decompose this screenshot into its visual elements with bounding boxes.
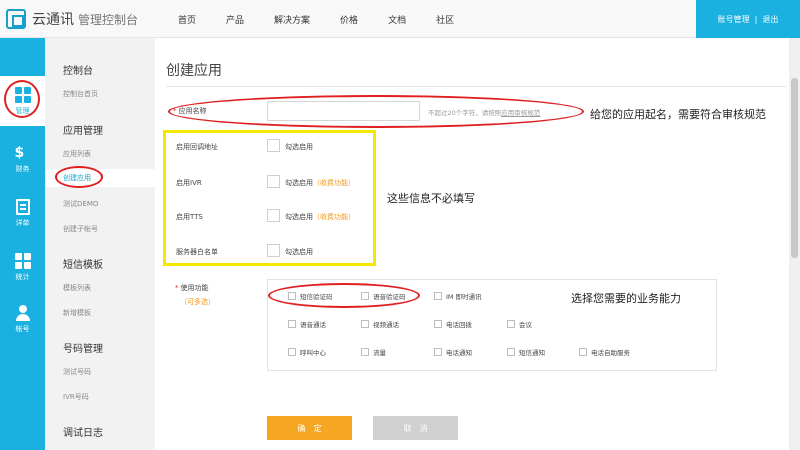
function-label: 电话回拨: [446, 321, 472, 329]
function-checkbox[interactable]: [579, 348, 587, 356]
logout-link[interactable]: 退出: [762, 14, 778, 25]
sub-item-template-list[interactable]: 模板列表: [63, 283, 91, 293]
annotation-optional-note: 这些信息不必填写: [387, 192, 475, 205]
annotation-circle-rail: [4, 80, 40, 118]
function-label: 短信通知: [519, 349, 545, 357]
sub-heading-sms-template: 短信模板: [63, 260, 103, 271]
sub-item-test-number[interactable]: 测试号码: [63, 367, 91, 377]
scrollbar[interactable]: [789, 38, 800, 450]
logo-name: 云通讯: [32, 12, 74, 28]
rail-label: 详单: [15, 218, 30, 227]
sub-item-create-subaccount[interactable]: 创建子帐号: [63, 224, 98, 234]
functions-label-text: 使用功能: [180, 284, 209, 292]
scrollbar-thumb[interactable]: [791, 78, 798, 258]
function-label: 会议: [519, 321, 532, 329]
nav-docs[interactable]: 文档: [388, 13, 406, 26]
rail-item-finance[interactable]: $ 财务: [0, 134, 45, 184]
grid-icon: [14, 252, 31, 269]
sub-item-add-template[interactable]: 新增模板: [63, 308, 91, 318]
annotation-func-note: 选择您需要的业务能力: [571, 292, 681, 305]
sub-sidebar: 控制台 控制台首页 应用管理 应用列表 创建应用 测试DEMO 创建子帐号 短信…: [45, 38, 155, 450]
account-separator: |: [754, 14, 758, 24]
function-label: 电话通知: [446, 349, 472, 357]
function-checkbox[interactable]: [361, 348, 369, 356]
page-title: 创建应用: [166, 63, 222, 79]
annotation-circle-subnav: [55, 166, 103, 188]
annotation-box-optional: [163, 130, 376, 266]
function-checkbox[interactable]: [361, 320, 369, 328]
annotation-name-note: 给您的应用起名，需要符合审核规范: [590, 108, 766, 121]
account-link[interactable]: 账号管理: [718, 14, 750, 25]
sub-heading-app-manage: 应用管理: [63, 126, 103, 137]
user-icon: [15, 304, 31, 321]
functions-label: * 使用功能: [175, 283, 209, 293]
function-label: 语音通话: [300, 321, 326, 329]
annotation-ellipse-functions: [268, 283, 420, 308]
rail-label: 统计: [15, 272, 30, 281]
sub-item-test-demo[interactable]: 测试DEMO: [63, 199, 98, 209]
function-checkbox[interactable]: [507, 348, 515, 356]
sub-item-app-list[interactable]: 应用列表: [63, 149, 91, 159]
rail-item-stats[interactable]: 统计: [0, 242, 45, 292]
function-checkbox[interactable]: [507, 320, 515, 328]
logo-icon: [6, 9, 26, 29]
nav-solutions[interactable]: 解决方案: [274, 13, 310, 26]
function-label: 电话自助服务: [591, 349, 630, 357]
function-checkbox[interactable]: [288, 348, 296, 356]
function-checkbox[interactable]: [434, 348, 442, 356]
required-mark: *: [175, 284, 179, 292]
logo-subtitle: 管理控制台: [78, 12, 139, 27]
nav-community[interactable]: 社区: [436, 13, 454, 26]
title-divider: [166, 86, 786, 87]
rail-item-records[interactable]: 详单: [0, 188, 45, 238]
multi-select-note: （可多选）: [180, 298, 215, 306]
function-checkbox[interactable]: [434, 292, 442, 300]
nav-products[interactable]: 产品: [226, 13, 244, 26]
function-label: IM 即时通讯: [446, 293, 482, 301]
nav-home[interactable]: 首页: [178, 13, 196, 26]
bill-icon: $: [14, 144, 25, 161]
sub-heading-debug-log: 调试日志: [63, 428, 103, 439]
function-label: 流量: [373, 349, 386, 357]
top-bar: 云通讯 管理控制台 首页 产品 解决方案 价格 文档 社区 账号管理 | 退出: [0, 0, 800, 38]
function-checkbox[interactable]: [288, 320, 296, 328]
list-icon: [15, 198, 30, 215]
rail-label: 财务: [15, 164, 30, 173]
logo[interactable]: 云通讯 管理控制台: [6, 8, 138, 30]
top-nav: 首页 产品 解决方案 价格 文档 社区: [178, 0, 484, 38]
sub-item-console-home[interactable]: 控制台首页: [63, 89, 98, 99]
sub-heading-console: 控制台: [63, 66, 93, 77]
annotation-ellipse-app-name: [168, 95, 584, 128]
function-label: 视频通话: [373, 321, 399, 329]
sub-item-ivr-number[interactable]: IVR号码: [63, 392, 89, 402]
rail-label: 帐号: [15, 324, 30, 333]
function-checkbox[interactable]: [434, 320, 442, 328]
sub-heading-number-manage: 号码管理: [63, 344, 103, 355]
rail-item-account[interactable]: 帐号: [0, 294, 45, 344]
account-area: 账号管理 | 退出: [696, 0, 800, 38]
function-label: 呼叫中心: [300, 349, 326, 357]
nav-pricing[interactable]: 价格: [340, 13, 358, 26]
cancel-button[interactable]: 取 消: [373, 416, 458, 440]
confirm-button[interactable]: 确 定: [267, 416, 352, 440]
